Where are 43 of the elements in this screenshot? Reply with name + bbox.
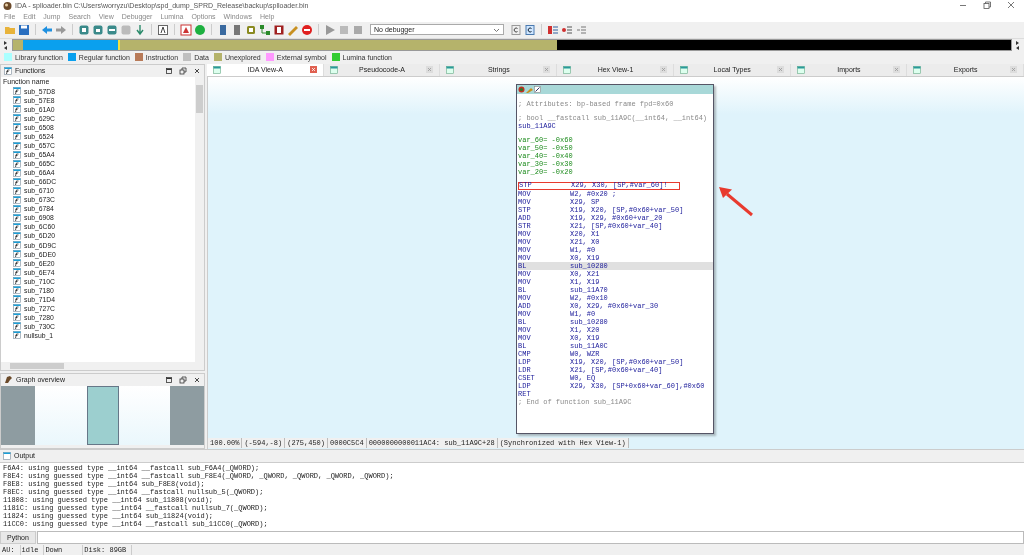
window-icon [3,451,11,460]
window-icon [563,65,572,74]
down-arrow-icon[interactable] [134,23,146,36]
stop-sign-icon[interactable] [301,23,313,36]
ball-icon[interactable] [194,23,206,36]
close-icon[interactable] [1006,1,1016,10]
text-box-icon[interactable] [157,23,169,36]
horizontal-scrollbar[interactable] [1,361,204,370]
graph-node[interactable] [516,83,714,434]
window-icon [679,65,688,74]
caret-icon [493,26,500,33]
maximize-icon[interactable] [165,66,173,75]
command-field[interactable] [37,531,1024,545]
window-icon [446,65,455,74]
graph-icon[interactable] [534,85,541,93]
close-icon[interactable] [309,66,317,74]
close-icon[interactable] [193,375,201,384]
play-icon[interactable] [324,23,336,36]
square-icon[interactable] [273,23,285,36]
chip-icon[interactable] [245,23,257,36]
color-ball-icon[interactable] [518,85,525,93]
float-icon[interactable] [179,375,187,384]
back-arrow-icon[interactable] [41,23,53,36]
restore-icon[interactable] [982,1,992,10]
window-icon [213,65,221,74]
scroll-arrows-icon[interactable] [3,39,9,50]
app-icon [3,0,12,10]
window-icon [796,65,805,74]
c-document-icon[interactable] [524,23,536,36]
forward-arrow-icon[interactable] [55,23,67,36]
close-icon[interactable] [193,66,201,75]
c-document-icon[interactable] [510,23,522,36]
save-icon[interactable] [18,23,30,36]
annotation-arrow [718,184,754,217]
stop-icon[interactable] [352,23,364,36]
window-icon [329,65,338,74]
float-icon[interactable] [179,66,187,75]
function-icon [4,66,12,75]
maximize-icon[interactable] [165,375,173,384]
structure-icon[interactable] [259,23,271,36]
bird-icon [4,375,13,385]
window-icon [913,65,922,74]
scroll-arrows-icon[interactable] [1015,39,1021,50]
